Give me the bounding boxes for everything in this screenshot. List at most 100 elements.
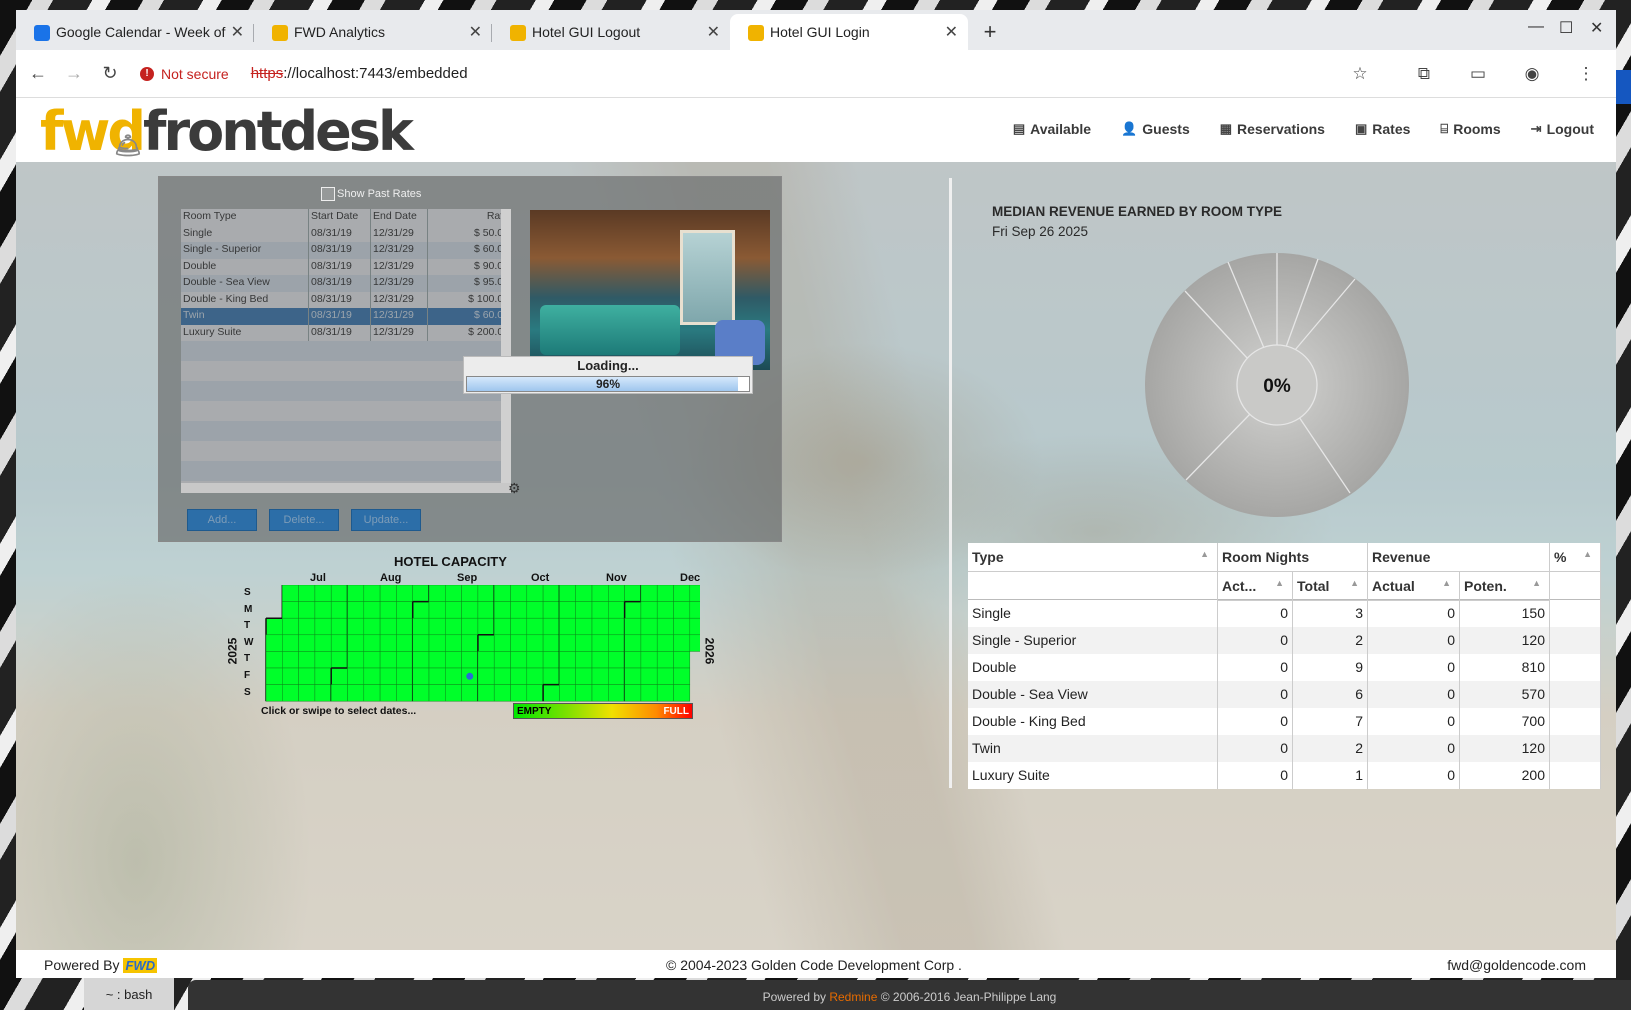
table-row[interactable]: Single - Superior 0 2 0 120 bbox=[968, 627, 1601, 654]
sort-icon[interactable]: ▲ bbox=[1532, 578, 1541, 588]
calendar-day-cell[interactable] bbox=[265, 684, 283, 702]
calendar-day-cell[interactable] bbox=[526, 601, 544, 619]
calendar-day-cell[interactable] bbox=[282, 651, 299, 669]
column-header-actual-revenue[interactable]: Actual ▲ bbox=[1368, 572, 1460, 601]
table-row-selected[interactable]: Twin 08/31/19 12/31/29 $ 60.00 bbox=[181, 308, 501, 325]
calendar-day-cell[interactable] bbox=[689, 601, 700, 619]
calendar-day-cell[interactable] bbox=[591, 684, 609, 702]
calendar-day-cell[interactable] bbox=[428, 601, 446, 619]
nav-rates[interactable]: ▣ Rates bbox=[1355, 121, 1410, 137]
calendar-day-cell[interactable] bbox=[445, 634, 462, 652]
calendar-day-cell[interactable] bbox=[608, 585, 625, 602]
calendar-day-cell[interactable] bbox=[298, 651, 316, 669]
calendar-day-cell[interactable] bbox=[624, 684, 642, 702]
star-icon[interactable]: ☆ bbox=[1342, 56, 1378, 92]
calendar-day-cell[interactable] bbox=[445, 684, 462, 702]
calendar-day-cell[interactable] bbox=[575, 585, 593, 602]
column-header-total-nights[interactable]: Total ▲ bbox=[1293, 572, 1368, 601]
calendar-day-cell[interactable] bbox=[559, 634, 576, 652]
extensions-icon[interactable]: ⧉ bbox=[1406, 56, 1442, 92]
sort-icon[interactable]: ▲ bbox=[1442, 578, 1451, 588]
calendar-day-cell[interactable] bbox=[412, 634, 430, 652]
calendar-day-cell[interactable] bbox=[559, 684, 576, 702]
calendar-day-cell[interactable] bbox=[477, 634, 495, 652]
calendar-day-cell[interactable] bbox=[575, 617, 593, 636]
table-row[interactable]: Single - Superior 08/31/19 12/31/29 $ 60.00 bbox=[181, 242, 501, 259]
calendar-day-cell[interactable] bbox=[673, 634, 691, 652]
table-row[interactable]: Luxury Suite 08/31/19 12/31/29 $ 200.00 bbox=[181, 324, 501, 341]
profile-icon[interactable]: ◉ bbox=[1514, 56, 1550, 92]
calendar-day-cell[interactable] bbox=[624, 585, 642, 602]
calendar-day-cell[interactable] bbox=[379, 617, 397, 636]
tab-fwd-analytics[interactable]: FWD Analytics ✕ bbox=[254, 14, 492, 50]
calendar-day-cell[interactable] bbox=[559, 651, 576, 669]
calendar-day-cell[interactable] bbox=[640, 651, 658, 669]
table-row[interactable]: Double 08/31/19 12/31/29 $ 90.00 bbox=[181, 258, 501, 275]
nav-rooms[interactable]: ⌸ Rooms bbox=[1440, 121, 1500, 137]
calendar-day-cell[interactable] bbox=[363, 684, 381, 702]
forward-arrow-icon[interactable]: → bbox=[56, 56, 92, 92]
calendar-day-cell[interactable] bbox=[298, 601, 316, 619]
calendar-day-cell[interactable] bbox=[396, 651, 413, 669]
calendar-day-cell[interactable] bbox=[608, 634, 625, 652]
calendar-day-cell[interactable] bbox=[493, 667, 511, 685]
calendar-day-cell[interactable] bbox=[363, 617, 381, 636]
column-header[interactable]: End Date bbox=[371, 209, 428, 226]
calendar-day-cell[interactable] bbox=[477, 601, 495, 619]
calendar-day-cell[interactable] bbox=[298, 634, 316, 652]
calendar-day-cell[interactable] bbox=[363, 667, 381, 685]
calendar-day-cell[interactable] bbox=[559, 617, 576, 636]
calendar-day-cell[interactable] bbox=[640, 585, 658, 602]
calendar-day-cell[interactable] bbox=[542, 651, 560, 669]
calendar-day-cell[interactable] bbox=[493, 617, 511, 636]
calendar-day-cell[interactable] bbox=[396, 684, 413, 702]
calendar-day-cell[interactable] bbox=[526, 667, 544, 685]
calendar-day-cell[interactable] bbox=[330, 585, 348, 602]
calendar-day-cell[interactable] bbox=[298, 617, 316, 636]
calendar-day-cell[interactable] bbox=[428, 617, 446, 636]
close-icon[interactable]: ✕ bbox=[945, 22, 958, 42]
calendar-day-cell[interactable] bbox=[608, 617, 625, 636]
calendar-day-cell[interactable] bbox=[412, 684, 430, 702]
calendar-day-cell[interactable] bbox=[461, 585, 479, 602]
calendar-day-cell[interactable] bbox=[493, 651, 511, 669]
gear-icon[interactable]: ⚙ bbox=[508, 480, 521, 497]
calendar-day-cell[interactable] bbox=[265, 617, 283, 636]
calendar-day-cell[interactable] bbox=[559, 601, 576, 619]
nav-reservations[interactable]: ▦ Reservations bbox=[1220, 121, 1325, 137]
calendar-day-cell[interactable] bbox=[347, 634, 365, 652]
calendar-day-cell[interactable] bbox=[412, 617, 430, 636]
calendar-day-cell[interactable] bbox=[559, 667, 576, 685]
calendar-day-cell[interactable] bbox=[542, 617, 560, 636]
nav-guests[interactable]: 👤 Guests bbox=[1121, 121, 1190, 137]
calendar-day-cell[interactable] bbox=[656, 684, 674, 702]
calendar-day-cell[interactable] bbox=[477, 617, 495, 636]
calendar-day-cell[interactable] bbox=[314, 651, 332, 669]
calendar-day-cell[interactable] bbox=[347, 684, 365, 702]
calendar-day-cell[interactable] bbox=[526, 585, 544, 602]
calendar-day-cell[interactable] bbox=[510, 667, 528, 685]
calendar-day-cell[interactable] bbox=[347, 617, 365, 636]
calendar-day-cell[interactable] bbox=[379, 684, 397, 702]
table-row[interactable]: Double - Sea View 08/31/19 12/31/29 $ 95.00 bbox=[181, 275, 501, 292]
calendar-day-cell[interactable] bbox=[428, 667, 446, 685]
calendar-day-cell[interactable] bbox=[510, 634, 528, 652]
add-button[interactable]: Add... bbox=[187, 509, 257, 531]
calendar-day-cell[interactable] bbox=[330, 617, 348, 636]
table-row[interactable]: Double - Sea View 0 6 0 570 bbox=[968, 681, 1601, 708]
calendar-day-cell[interactable] bbox=[396, 585, 413, 602]
close-icon[interactable]: ✕ bbox=[469, 22, 482, 42]
calendar-day-cell[interactable] bbox=[526, 617, 544, 636]
calendar-day-cell[interactable] bbox=[542, 667, 560, 685]
tab-google-calendar[interactable]: Google Calendar - Week of ✕ bbox=[16, 14, 254, 50]
calendar-day-cell[interactable] bbox=[640, 634, 658, 652]
calendar-day-cell[interactable] bbox=[330, 684, 348, 702]
calendar-day-cell[interactable] bbox=[347, 601, 365, 619]
calendar-day-cell[interactable] bbox=[347, 585, 365, 602]
calendar-day-cell[interactable] bbox=[493, 634, 511, 652]
calendar-day-cell[interactable] bbox=[330, 667, 348, 685]
calendar-day-cell[interactable] bbox=[298, 585, 316, 602]
address-bar[interactable]: ! Not secure https://localhost:7443/embe… bbox=[140, 65, 468, 82]
nav-available[interactable]: ▤ Available bbox=[1013, 121, 1091, 137]
calendar-day-cell[interactable] bbox=[412, 651, 430, 669]
